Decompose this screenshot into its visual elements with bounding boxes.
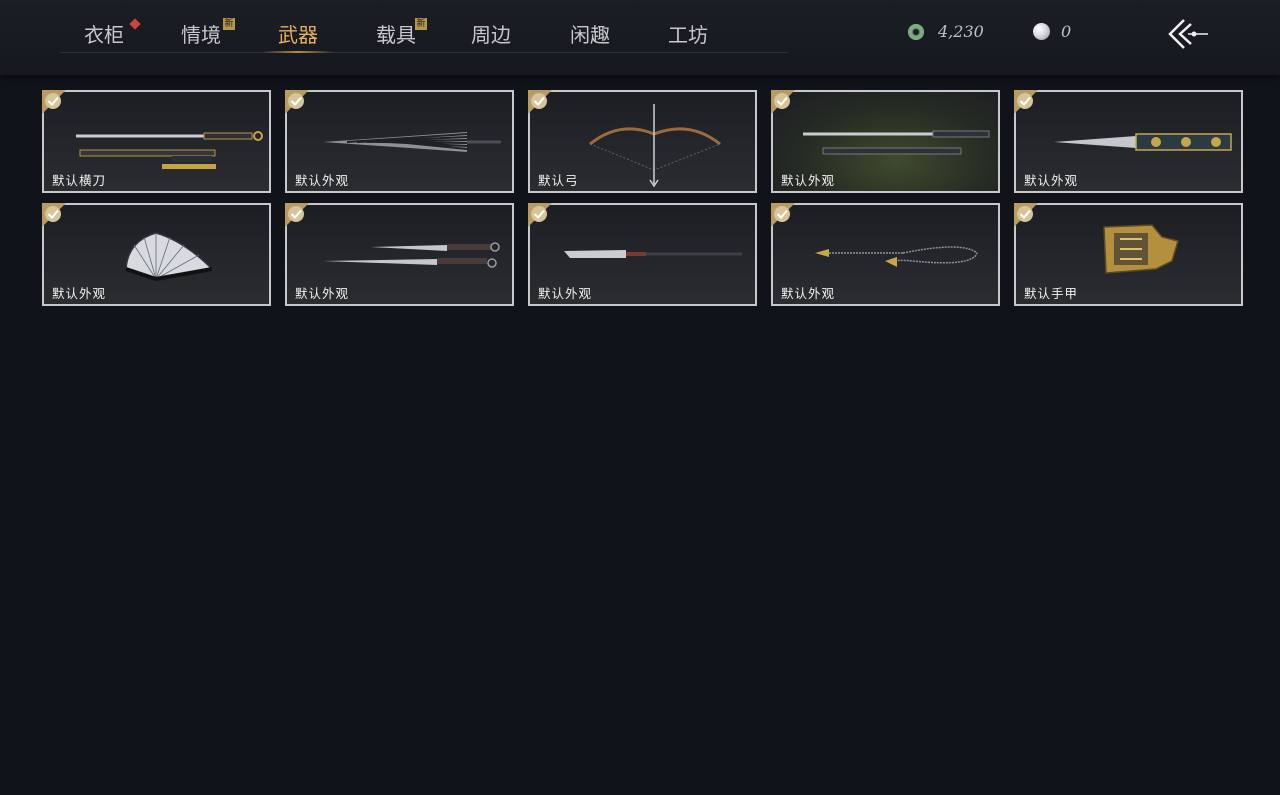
item-name: 默认外观	[295, 173, 350, 188]
new-badge: 新	[223, 18, 235, 30]
tab-vehicles[interactable]: 载具 新	[356, 10, 436, 50]
check-icon	[771, 203, 795, 227]
check-icon	[42, 203, 66, 227]
check-icon	[528, 203, 552, 227]
tab-scenes[interactable]: 情境 新	[161, 10, 241, 50]
weapon-card[interactable]: 默认弓	[528, 90, 757, 193]
jade-coin-icon	[908, 24, 924, 40]
tab-label: 周边	[471, 23, 511, 47]
item-name: 默认横刀	[52, 173, 107, 188]
weapon-card[interactable]: 默认外观	[771, 203, 1000, 306]
tab-merch[interactable]: 周边	[451, 10, 531, 50]
category-tabs: 衣柜 情境 新 武器 载具 新 周边 闲趣 工坊	[60, 0, 788, 53]
item-name: 默认外观	[781, 173, 836, 188]
check-icon	[1014, 90, 1038, 114]
check-icon	[42, 90, 66, 114]
jade-currency: 4,230	[908, 20, 998, 44]
check-icon	[771, 90, 795, 114]
check-icon	[528, 90, 552, 114]
item-name: 默认手甲	[1024, 286, 1079, 301]
weapon-card[interactable]: 默认横刀	[42, 90, 271, 193]
item-name: 默认外观	[295, 286, 350, 301]
item-name: 默认外观	[1024, 173, 1079, 188]
tab-workshop[interactable]: 工坊	[648, 10, 728, 50]
tab-label: 武器	[278, 23, 318, 47]
item-name: 默认弓	[538, 173, 579, 188]
weapon-card[interactable]: 默认外观	[528, 203, 757, 306]
active-tab-underline	[262, 51, 334, 53]
item-name: 默认外观	[52, 286, 107, 301]
pearl-icon	[1033, 23, 1050, 40]
pearl-amount: 0	[1061, 22, 1072, 41]
new-badge: 新	[415, 18, 427, 30]
notification-diamond-icon	[129, 18, 141, 30]
weapon-card[interactable]: 默认外观	[771, 90, 1000, 193]
weapon-card[interactable]: 默认外观	[285, 90, 514, 193]
weapon-card[interactable]: 默认外观	[42, 203, 271, 306]
tab-wardrobe[interactable]: 衣柜	[64, 10, 144, 50]
weapon-card[interactable]: 默认手甲	[1014, 203, 1243, 306]
check-icon	[1014, 203, 1038, 227]
check-icon	[285, 203, 309, 227]
tab-weapons[interactable]: 武器	[258, 10, 338, 53]
tab-label: 工坊	[668, 23, 708, 47]
back-button[interactable]	[1164, 16, 1212, 52]
tab-label: 衣柜	[84, 23, 124, 47]
weapon-card[interactable]: 默认外观	[285, 203, 514, 306]
tab-label: 闲趣	[570, 23, 610, 47]
tab-label: 载具	[376, 23, 416, 47]
check-icon	[285, 90, 309, 114]
item-name: 默认外观	[781, 286, 836, 301]
top-bar: 衣柜 情境 新 武器 载具 新 周边 闲趣 工坊 4,230 0	[0, 0, 1280, 75]
tab-leisure[interactable]: 闲趣	[550, 10, 630, 50]
pearl-currency: 0	[1033, 20, 1093, 44]
item-name: 默认外观	[538, 286, 593, 301]
jade-amount: 4,230	[938, 22, 984, 41]
back-arrow-icon	[1168, 19, 1208, 49]
tab-label: 情境	[181, 23, 221, 47]
weapon-card[interactable]: 默认外观	[1014, 90, 1243, 193]
